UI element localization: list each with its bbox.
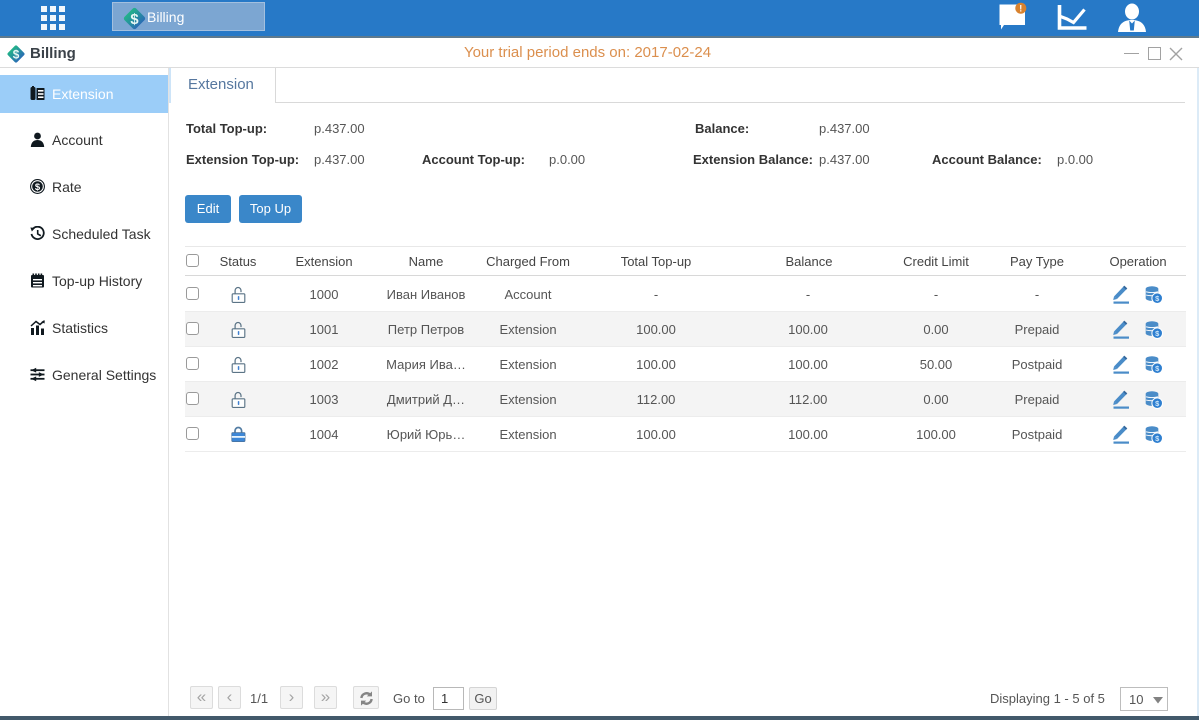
svg-text:$: $ [130,12,138,28]
svg-text:$: $ [35,182,41,193]
svg-text:!: ! [1019,4,1022,14]
